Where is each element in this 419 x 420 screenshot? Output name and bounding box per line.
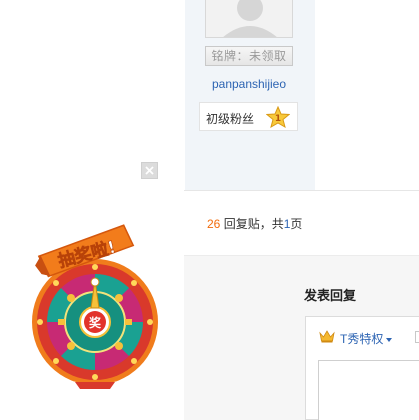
fan-level-label: 初级粉丝	[206, 112, 255, 126]
toolbar-next-button[interactable]	[415, 331, 419, 343]
star-level-icon: 1	[266, 106, 290, 128]
fan-level-box: 初级粉丝 1	[199, 102, 298, 131]
reply-count-mid: 回复贴，共	[220, 217, 284, 231]
post-content-area	[315, 0, 419, 190]
reply-section-title: 发表回复	[304, 288, 357, 303]
lottery-wheel-widget[interactable]: 奖 抽奖啦!	[30, 222, 164, 390]
wheel-stand	[75, 382, 115, 389]
page-count-suffix: 页	[290, 217, 303, 231]
avatar[interactable]	[205, 0, 293, 38]
tshow-label: T秀特权	[340, 332, 384, 346]
close-icon	[145, 166, 154, 175]
reply-count-text: 26 回复贴，共1页	[207, 215, 302, 232]
section-divider	[184, 190, 419, 191]
badge-claim-button[interactable]: 铭牌：未领取	[205, 46, 293, 66]
star-level-number: 1	[275, 114, 281, 124]
reply-count-number: 26	[207, 217, 221, 231]
close-button[interactable]	[141, 162, 158, 179]
username-link[interactable]: panpanshijieo	[185, 77, 313, 91]
tshow-privilege-dropdown[interactable]: T秀特权	[340, 330, 393, 347]
reply-textarea[interactable]	[318, 360, 419, 420]
wheel-center-label: 奖	[89, 315, 102, 330]
chevron-down-icon	[386, 337, 393, 342]
crown-icon	[319, 330, 335, 343]
